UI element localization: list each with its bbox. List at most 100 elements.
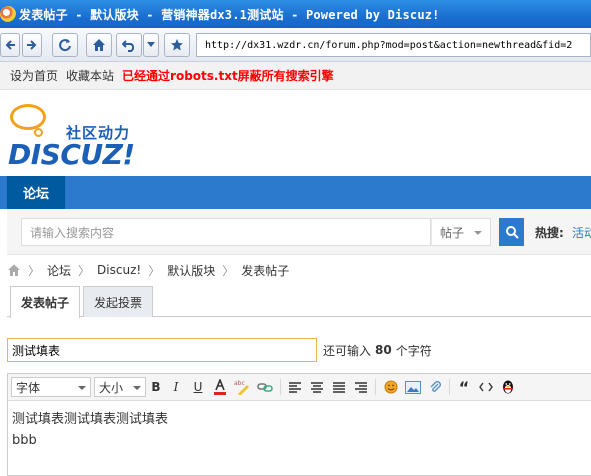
align-right-icon: [355, 381, 367, 393]
align-justify-icon: [333, 381, 345, 393]
tab-new-poll[interactable]: 发起投票: [83, 286, 153, 317]
toolbar-divider: [375, 379, 376, 395]
chevron-down-icon: [78, 386, 86, 390]
window-title: 发表帖子 - 默认版块 - 营销神器dx3.1测试站 - Powered by …: [19, 7, 440, 22]
svg-text:abc: abc: [234, 380, 245, 387]
breadcrumb-separator: 〉: [222, 263, 235, 278]
code-icon: [479, 382, 493, 392]
search-button[interactable]: [499, 218, 524, 246]
bookmark-link[interactable]: 收藏本站: [66, 67, 114, 84]
align-justify-button[interactable]: [330, 378, 348, 396]
font-color-icon: [214, 379, 226, 395]
align-right-button[interactable]: [352, 378, 370, 396]
refresh-icon: [59, 39, 71, 52]
browser-icon: [0, 6, 16, 22]
browser-toolbar: http://dx31.wzdr.cn/forum.php?mod=post&a…: [0, 28, 591, 62]
favorites-button[interactable]: [164, 33, 190, 57]
post-type-tabs: 发表帖子 发起投票: [7, 286, 591, 318]
chevron-down-icon: [474, 231, 482, 235]
home-icon: [93, 39, 105, 51]
image-button[interactable]: [404, 378, 422, 396]
logo-bubble-icon: [10, 104, 46, 130]
qq-button[interactable]: [499, 378, 517, 396]
history-dropdown-button[interactable]: [143, 33, 159, 57]
chevron-down-icon: [147, 42, 155, 47]
attachment-button[interactable]: [426, 378, 444, 396]
breadcrumb: 〉 论坛 〉 Discuz! 〉 默认版块 〉 发表帖子: [7, 259, 289, 281]
bold-button[interactable]: B: [147, 378, 165, 396]
char-remaining-count: 80: [375, 343, 392, 357]
back-arrow-icon: [5, 40, 15, 50]
spellcheck-button[interactable]: abc: [233, 378, 251, 396]
address-bar[interactable]: http://dx31.wzdr.cn/forum.php?mod=post&a…: [196, 33, 591, 57]
logo-wordmark: DISCUZ!: [8, 138, 135, 171]
image-icon: [405, 380, 421, 394]
highlight-pen-icon: abc: [234, 380, 249, 395]
forward-arrow-icon: [27, 40, 37, 50]
emoji-button[interactable]: [382, 378, 400, 396]
search-type-label: 帖子: [440, 225, 465, 240]
font-family-label: 字体: [16, 380, 41, 395]
post-editor: 字体 大小 B I U abc “ 测试填表测试填表测试填表 bbb: [7, 373, 591, 476]
paperclip-icon: [430, 381, 441, 392]
underline-button[interactable]: U: [189, 378, 207, 396]
nav-item-forum[interactable]: 论坛: [7, 176, 65, 209]
align-left-icon: [289, 381, 301, 393]
set-homepage-link[interactable]: 设为首页: [10, 67, 58, 84]
char-remaining-prefix: 还可输入: [323, 343, 372, 358]
search-input[interactable]: 请输入搜索内容: [21, 218, 431, 246]
italic-icon: I: [173, 380, 179, 394]
star-icon: [171, 39, 183, 51]
chevron-down-icon: [133, 386, 141, 390]
tab-new-thread[interactable]: 发表帖子: [10, 286, 80, 318]
link-icon: [257, 383, 273, 392]
font-size-label: 大小: [99, 380, 124, 395]
refresh-button[interactable]: [52, 33, 78, 57]
toolbar-divider: [280, 379, 281, 395]
breadcrumb-separator: 〉: [148, 263, 161, 278]
editor-content[interactable]: 测试填表测试填表测试填表 bbb: [12, 409, 168, 451]
subject-input[interactable]: 测试填表: [7, 338, 317, 362]
breadcrumb-separator: 〉: [78, 263, 91, 278]
editor-toolbar: 字体 大小 B I U abc “: [8, 374, 591, 401]
breadcrumb-separator: 〉: [28, 263, 41, 278]
toolbar-divider: [449, 379, 450, 395]
breadcrumb-item[interactable]: 默认版块: [167, 262, 215, 279]
underline-icon: U: [193, 380, 203, 394]
forward-button[interactable]: [22, 33, 42, 57]
site-logo[interactable]: 社区动力 DISCUZ!: [6, 98, 146, 171]
font-family-select[interactable]: 字体: [11, 377, 91, 397]
search-icon: [505, 226, 519, 239]
back-button[interactable]: [0, 33, 20, 57]
bold-icon: B: [151, 380, 161, 394]
search-type-select[interactable]: 帖子: [431, 218, 491, 246]
undo-button[interactable]: [116, 33, 142, 57]
editor-line: 测试填表测试填表测试填表: [12, 412, 169, 427]
window-title-bar: 发表帖子 - 默认版块 - 营销神器dx3.1测试站 - Powered by …: [0, 0, 591, 28]
hot-search-link[interactable]: 活动: [572, 218, 591, 246]
search-bar: 请输入搜索内容 帖子 热搜: 活动: [7, 209, 591, 255]
char-remaining: 还可输入 80 个字符: [323, 338, 432, 362]
align-left-button[interactable]: [286, 378, 304, 396]
font-size-select[interactable]: 大小: [94, 377, 146, 397]
italic-button[interactable]: I: [167, 378, 185, 396]
quote-icon: “: [458, 377, 470, 397]
align-center-button[interactable]: [308, 378, 326, 396]
home-button[interactable]: [86, 33, 112, 57]
font-color-button[interactable]: [211, 378, 229, 396]
qq-penguin-icon: [503, 380, 513, 394]
home-icon[interactable]: [7, 264, 21, 276]
undo-icon: [122, 40, 135, 52]
editor-line: bbb: [12, 433, 37, 448]
breadcrumb-item[interactable]: 论坛: [47, 262, 71, 279]
site-toplinks: 设为首页 收藏本站 已经通过robots.txt屏蔽所有搜索引擎: [0, 62, 591, 90]
link-button[interactable]: [256, 378, 274, 396]
robots-notice[interactable]: 已经通过robots.txt屏蔽所有搜索引擎: [122, 67, 334, 84]
logo-bubble-tail-icon: [34, 128, 43, 137]
breadcrumb-item[interactable]: Discuz!: [97, 263, 141, 277]
main-nav: 论坛: [0, 176, 591, 209]
quote-button[interactable]: “: [455, 377, 473, 397]
align-center-icon: [311, 381, 323, 393]
hot-search-label: 热搜:: [535, 225, 564, 240]
code-button[interactable]: [477, 378, 495, 396]
